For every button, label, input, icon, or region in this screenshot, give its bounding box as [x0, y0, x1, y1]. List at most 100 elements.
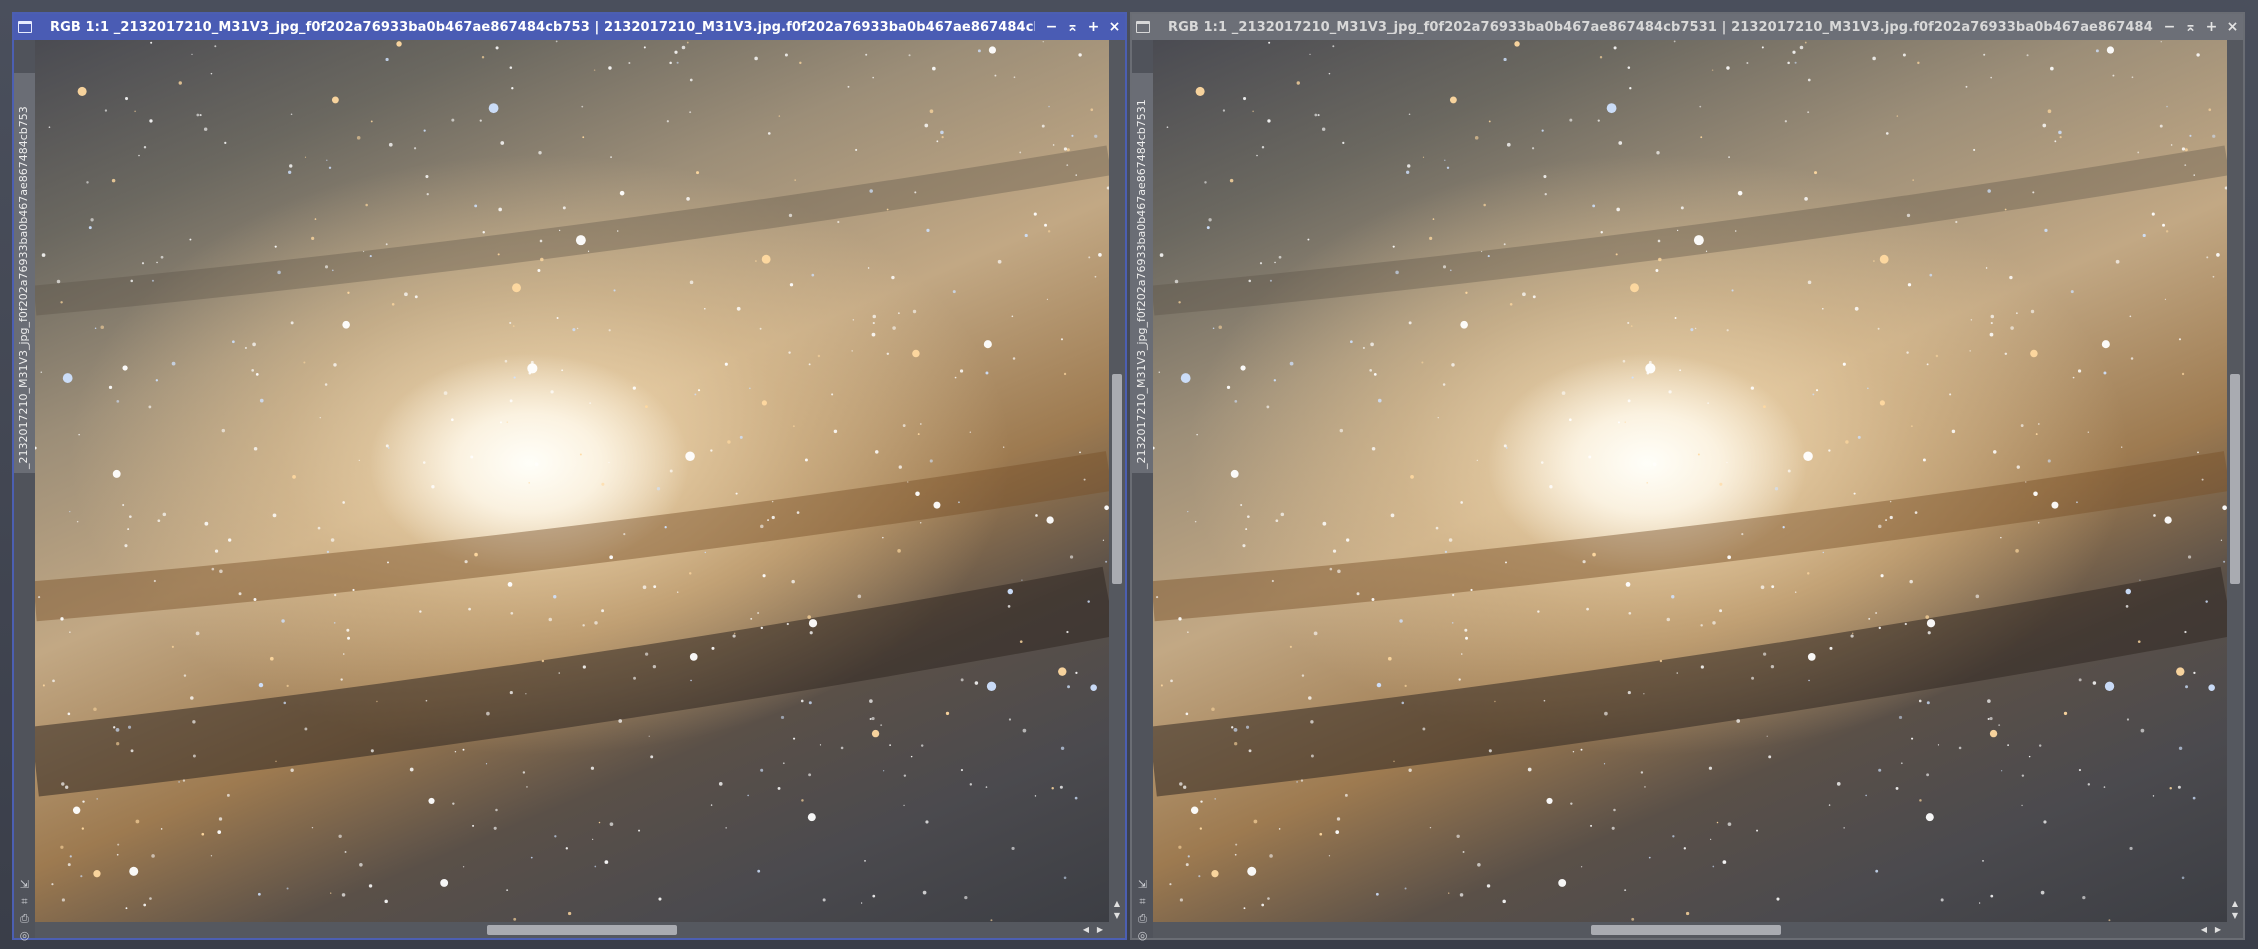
- star: [1222, 109, 1226, 112]
- star: [1668, 390, 1672, 394]
- image-canvas[interactable]: [1153, 40, 2227, 922]
- horizontal-scrollbar[interactable]: ◀ ▶: [35, 922, 1109, 938]
- scroll-right-icon[interactable]: ▶: [1097, 922, 1103, 938]
- star: [1313, 631, 1318, 636]
- star: [2087, 783, 2091, 786]
- star: [1465, 636, 1469, 640]
- star: [135, 819, 140, 824]
- star: [969, 431, 972, 433]
- vertical-scroll-thumb[interactable]: [2230, 374, 2240, 584]
- vertical-scroll-thumb[interactable]: [1112, 374, 1122, 584]
- zoom-fit-icon[interactable]: ⇲: [20, 876, 29, 893]
- scroll-left-icon[interactable]: ◀: [2201, 922, 2207, 938]
- star: [1673, 40, 1676, 43]
- star: [304, 727, 308, 731]
- scroll-left-icon[interactable]: ◀: [1083, 922, 1089, 938]
- crop-icon[interactable]: ⌗: [1139, 893, 1145, 910]
- image-window-right[interactable]: RGB 1:1 _2132017210_M31V3_jpg_f0f202a769…: [1130, 12, 2245, 942]
- close-button[interactable]: ×: [2222, 14, 2243, 40]
- star: [127, 528, 130, 531]
- star: [404, 292, 408, 297]
- view-id-tab[interactable]: _2132017210_M31V3_jpg_f0f202a76933ba0b46…: [14, 73, 35, 473]
- window-titlebar[interactable]: RGB 1:1 _2132017210_M31V3_jpg_f0f202a769…: [14, 14, 1125, 40]
- star: [582, 665, 586, 669]
- minimize-button[interactable]: −: [2159, 14, 2180, 40]
- star: [801, 799, 804, 802]
- star: [151, 279, 154, 282]
- shade-button[interactable]: ⌅: [1062, 14, 1083, 40]
- star: [1387, 656, 1392, 661]
- star: [1339, 428, 1344, 433]
- target-icon[interactable]: ◎: [1138, 927, 1148, 944]
- star: [1308, 696, 1312, 700]
- scroll-right-icon[interactable]: ▶: [2215, 922, 2221, 938]
- star: [977, 49, 981, 53]
- star: [1685, 911, 1690, 916]
- star: [1178, 617, 1182, 621]
- scroll-down-icon[interactable]: ▼: [2227, 911, 2243, 920]
- star: [1235, 843, 1238, 846]
- lock-icon[interactable]: ⎙: [20, 910, 29, 927]
- star: [61, 898, 65, 902]
- star: [1630, 283, 1639, 293]
- minimize-button[interactable]: −: [1041, 14, 1062, 40]
- star: [125, 907, 128, 910]
- star: [589, 402, 592, 405]
- star: [1003, 446, 1005, 448]
- star: [344, 850, 347, 853]
- view-id-tab[interactable]: _2132017210_M31V3_jpg_f0f202a76933ba0b46…: [1132, 73, 1153, 473]
- star: [1078, 53, 1082, 57]
- image-window-icon[interactable]: [1136, 21, 1150, 33]
- vertical-scrollbar[interactable]: ▲ ▼: [2227, 40, 2243, 922]
- star: [1229, 178, 1234, 183]
- scroll-up-icon[interactable]: ▲: [2227, 899, 2243, 908]
- star: [1399, 619, 1403, 623]
- maximize-button[interactable]: +: [2201, 14, 2222, 40]
- star: [255, 372, 259, 376]
- star: [534, 462, 539, 467]
- close-button[interactable]: ×: [1104, 14, 1125, 40]
- star: [1922, 458, 1926, 462]
- star: [328, 166, 332, 170]
- horizontal-scrollbar[interactable]: ◀ ▶: [1153, 922, 2227, 938]
- star: [1087, 600, 1090, 603]
- horizontal-scroll-thumb[interactable]: [487, 925, 677, 935]
- star: [171, 361, 176, 366]
- star: [1226, 385, 1231, 390]
- horizontal-scroll-thumb[interactable]: [1591, 925, 1781, 935]
- star: [757, 611, 760, 615]
- star: [1071, 134, 1074, 137]
- star: [1904, 622, 1907, 626]
- star: [1474, 136, 1479, 140]
- star: [623, 533, 626, 536]
- star: [777, 786, 781, 790]
- star: [331, 96, 339, 104]
- star: [2121, 446, 2123, 448]
- star: [645, 652, 649, 656]
- dust-lane: [35, 451, 1109, 622]
- shade-button[interactable]: ⌅: [2180, 14, 2201, 40]
- star: [610, 156, 612, 158]
- star: [1875, 611, 1878, 615]
- zoom-fit-icon[interactable]: ⇲: [1138, 876, 1147, 893]
- image-window-icon[interactable]: [18, 21, 32, 33]
- star: [1243, 907, 1246, 910]
- crop-icon[interactable]: ⌗: [21, 893, 27, 910]
- star: [2212, 134, 2216, 138]
- star: [1280, 512, 1285, 517]
- vertical-scrollbar[interactable]: ▲ ▼: [1109, 40, 1125, 922]
- star: [1404, 684, 1407, 687]
- scroll-down-icon[interactable]: ▼: [1109, 911, 1125, 920]
- lock-icon[interactable]: ⎙: [1138, 910, 1147, 927]
- star: [1617, 421, 1620, 424]
- window-titlebar[interactable]: RGB 1:1 _2132017210_M31V3_jpg_f0f202a769…: [1132, 14, 2243, 40]
- star: [929, 109, 934, 114]
- image-window-left[interactable]: RGB 1:1 _2132017210_M31V3_jpg_f0f202a769…: [12, 12, 1127, 942]
- scroll-up-icon[interactable]: ▲: [1109, 899, 1125, 908]
- image-canvas[interactable]: [35, 40, 1109, 922]
- maximize-button[interactable]: +: [1083, 14, 1104, 40]
- star: [1761, 46, 1764, 49]
- star: [582, 624, 585, 627]
- star: [259, 398, 264, 403]
- target-icon[interactable]: ◎: [20, 927, 30, 944]
